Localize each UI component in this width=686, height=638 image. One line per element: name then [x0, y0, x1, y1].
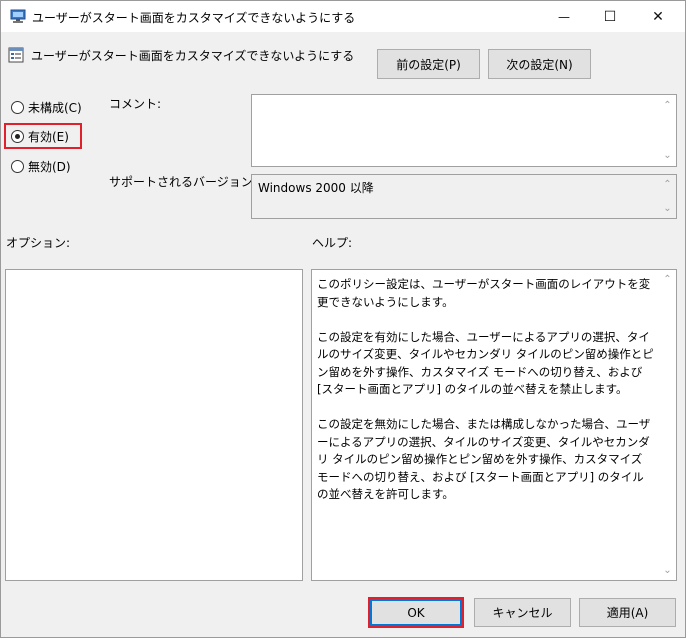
radio-disabled-label: 無効(D): [28, 160, 71, 174]
comment-scroll-down-icon[interactable]: ⌄: [659, 147, 676, 164]
close-icon: ✕: [652, 8, 664, 25]
help-pane[interactable]: このポリシー設定は、ユーザーがスタート画面のレイアウトを変更できないようにします…: [311, 269, 677, 581]
comment-label: コメント:: [109, 97, 162, 111]
options-label: オプション:: [6, 236, 71, 250]
help-scroll-down-icon[interactable]: ⌄: [659, 562, 676, 579]
policy-name: ユーザーがスタート画面をカスタマイズできないようにする: [31, 49, 355, 63]
help-scroll-up-icon[interactable]: ⌃: [659, 271, 676, 288]
radio-disabled-circle[interactable]: [11, 160, 24, 173]
app-icon: [10, 9, 26, 24]
policy-icon: [8, 47, 24, 63]
supported-label: サポートされるバージョン:: [109, 175, 257, 189]
options-pane[interactable]: [5, 269, 303, 581]
apply-button[interactable]: 適用(A): [579, 598, 676, 627]
comment-scroll-up-icon[interactable]: ⌃: [659, 97, 676, 114]
policy-dialog: ユーザーがスタート画面をカスタマイズできないようにする — ☐ ✕ ユーザーがス…: [0, 0, 686, 638]
comment-textbox[interactable]: ⌃ ⌄: [251, 94, 677, 167]
prev-setting-button[interactable]: 前の設定(P): [377, 49, 480, 79]
minimize-icon: —: [558, 9, 570, 24]
title-bar[interactable]: ユーザーがスタート画面をカスタマイズできないようにする — ☐ ✕: [1, 1, 685, 32]
ok-button[interactable]: OK: [370, 599, 462, 626]
radio-not-configured[interactable]: 未構成(C): [10, 98, 100, 116]
help-label: ヘルプ:: [312, 236, 353, 250]
radio-enabled-label: 有効(E): [28, 130, 69, 144]
cancel-button[interactable]: キャンセル: [474, 598, 571, 627]
maximize-icon: ☐: [603, 8, 617, 25]
close-button[interactable]: ✕: [635, 1, 681, 32]
next-setting-button[interactable]: 次の設定(N): [488, 49, 591, 79]
radio-enabled-circle[interactable]: [11, 130, 24, 143]
radio-enabled[interactable]: 有効(E): [10, 127, 80, 145]
radio-not-configured-label: 未構成(C): [28, 101, 82, 115]
supported-textbox[interactable]: Windows 2000 以降 ⌃ ⌄: [251, 174, 677, 219]
supported-value: Windows 2000 以降: [258, 181, 374, 195]
supported-scroll-down-icon[interactable]: ⌄: [659, 200, 676, 217]
help-text: このポリシー設定は、ユーザーがスタート画面のレイアウトを変更できないようにします…: [317, 277, 654, 501]
maximize-button[interactable]: ☐: [587, 1, 633, 32]
radio-disabled[interactable]: 無効(D): [10, 157, 100, 175]
minimize-button[interactable]: —: [541, 1, 587, 32]
supported-scroll-up-icon[interactable]: ⌃: [659, 176, 676, 193]
radio-not-configured-circle[interactable]: [11, 101, 24, 114]
window-title: ユーザーがスタート画面をカスタマイズできないようにする: [32, 11, 356, 25]
